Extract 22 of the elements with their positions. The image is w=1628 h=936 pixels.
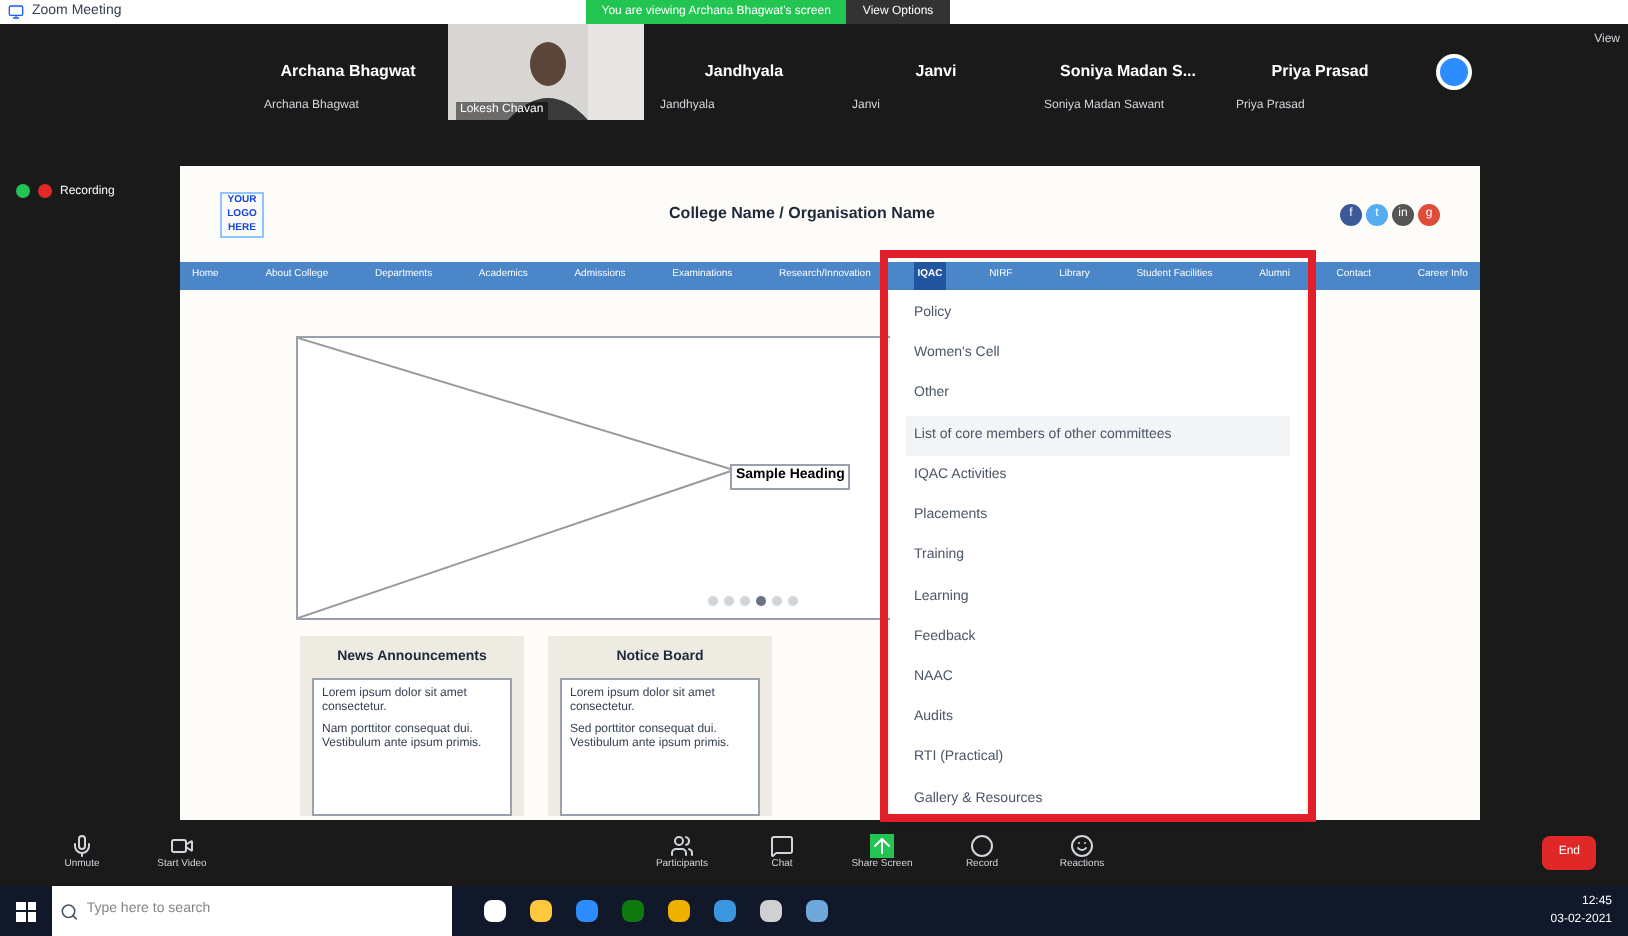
taskbar-icon[interactable] bbox=[668, 900, 690, 922]
chat-icon bbox=[770, 833, 794, 858]
share-icon bbox=[870, 833, 894, 858]
start-icon[interactable] bbox=[16, 901, 36, 921]
participant-name: Soniya Madan S... bbox=[1059, 60, 1196, 84]
participant-name: Janvi bbox=[915, 60, 957, 84]
mic-icon bbox=[70, 833, 94, 858]
smile-icon bbox=[1070, 833, 1094, 858]
record-icon bbox=[970, 833, 994, 858]
search-icon bbox=[60, 901, 79, 921]
taskbar-icon[interactable] bbox=[530, 900, 552, 922]
video-icon bbox=[170, 833, 194, 858]
taskbar-icon[interactable] bbox=[806, 900, 828, 922]
people-icon bbox=[670, 833, 694, 858]
participant-name: Priya Prasad bbox=[1271, 60, 1369, 84]
participant-name: Jandhyala bbox=[704, 60, 784, 84]
taskbar-icon[interactable] bbox=[760, 900, 782, 922]
participant-name: Archana Bhagwat bbox=[280, 60, 416, 84]
taskbar-icon[interactable] bbox=[484, 900, 506, 922]
avatar-icon bbox=[1436, 54, 1472, 90]
site-title: College Name / Organisation Name bbox=[667, 202, 937, 226]
app-icon bbox=[8, 4, 24, 20]
